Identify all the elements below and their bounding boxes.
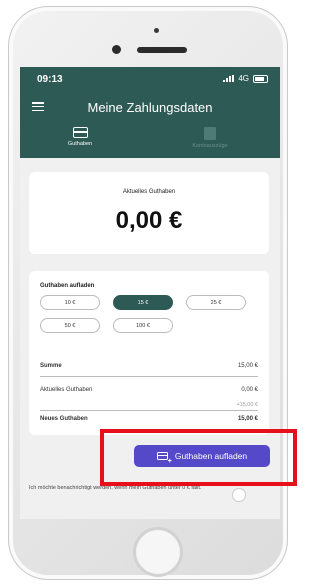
notification-toggle[interactable] bbox=[232, 488, 246, 502]
documents-icon bbox=[204, 125, 219, 140]
sum-value: 15,00 € bbox=[237, 363, 258, 369]
battery-icon bbox=[253, 74, 268, 83]
front-camera bbox=[112, 45, 121, 54]
amount-chip-50[interactable]: 50 € bbox=[40, 318, 100, 333]
balance-label: Aktuelles Guthaben bbox=[122, 189, 176, 195]
signal-icon bbox=[223, 75, 235, 82]
balance-value: 0,00 € bbox=[115, 207, 183, 234]
amount-chip-15[interactable]: 15 € bbox=[113, 295, 173, 310]
summary-current-row: Aktuelles Guthaben 0,00 € bbox=[40, 387, 258, 393]
summary-divider bbox=[40, 376, 258, 377]
status-indicators: 4G bbox=[223, 74, 268, 83]
notification-text: Ich möchte benachrichtigt werden, wenn m… bbox=[29, 485, 202, 491]
plus-value: +15,00 € bbox=[236, 402, 258, 408]
sensor-dot bbox=[154, 28, 159, 33]
current-label: Aktuelles Guthaben bbox=[40, 387, 93, 393]
tab-kontoauszuege[interactable]: Kontoauszüge bbox=[170, 125, 250, 149]
balance-card: Aktuelles Guthaben 0,00 € bbox=[29, 172, 269, 254]
sum-label: Summe bbox=[40, 363, 62, 369]
topup-card: Guthaben aufladen 10 € 15 € 25 € 50 € 10… bbox=[29, 271, 269, 435]
amount-chip-25[interactable]: 25 € bbox=[186, 295, 246, 310]
tab-label: Guthaben bbox=[67, 141, 93, 147]
highlight-box bbox=[100, 429, 297, 486]
summary-divider bbox=[40, 410, 258, 411]
status-time: 09:13 bbox=[37, 74, 63, 85]
new-label: Neues Guthaben bbox=[40, 416, 88, 422]
app-header: 09:13 4G Meine Zahlungsdaten Guthaben Ko… bbox=[20, 67, 280, 158]
amount-chip-10[interactable]: 10 € bbox=[40, 295, 100, 310]
tab-guthaben[interactable]: Guthaben bbox=[40, 127, 120, 147]
earpiece-speaker bbox=[137, 47, 187, 53]
network-label: 4G bbox=[238, 74, 249, 83]
tab-label: Kontoauszüge bbox=[192, 143, 228, 149]
amount-chip-100[interactable]: 100 € bbox=[113, 318, 173, 333]
new-value: 15,00 € bbox=[237, 416, 258, 422]
home-button[interactable] bbox=[133, 527, 183, 577]
current-value: 0,00 € bbox=[241, 387, 258, 393]
summary-new-row: Neues Guthaben 15,00 € bbox=[40, 416, 258, 422]
credit-card-icon bbox=[72, 127, 88, 138]
page-title: Meine Zahlungsdaten bbox=[87, 100, 213, 115]
topup-title: Guthaben aufladen bbox=[40, 283, 95, 289]
summary-sum-row: Summe 15,00 € bbox=[40, 363, 258, 369]
